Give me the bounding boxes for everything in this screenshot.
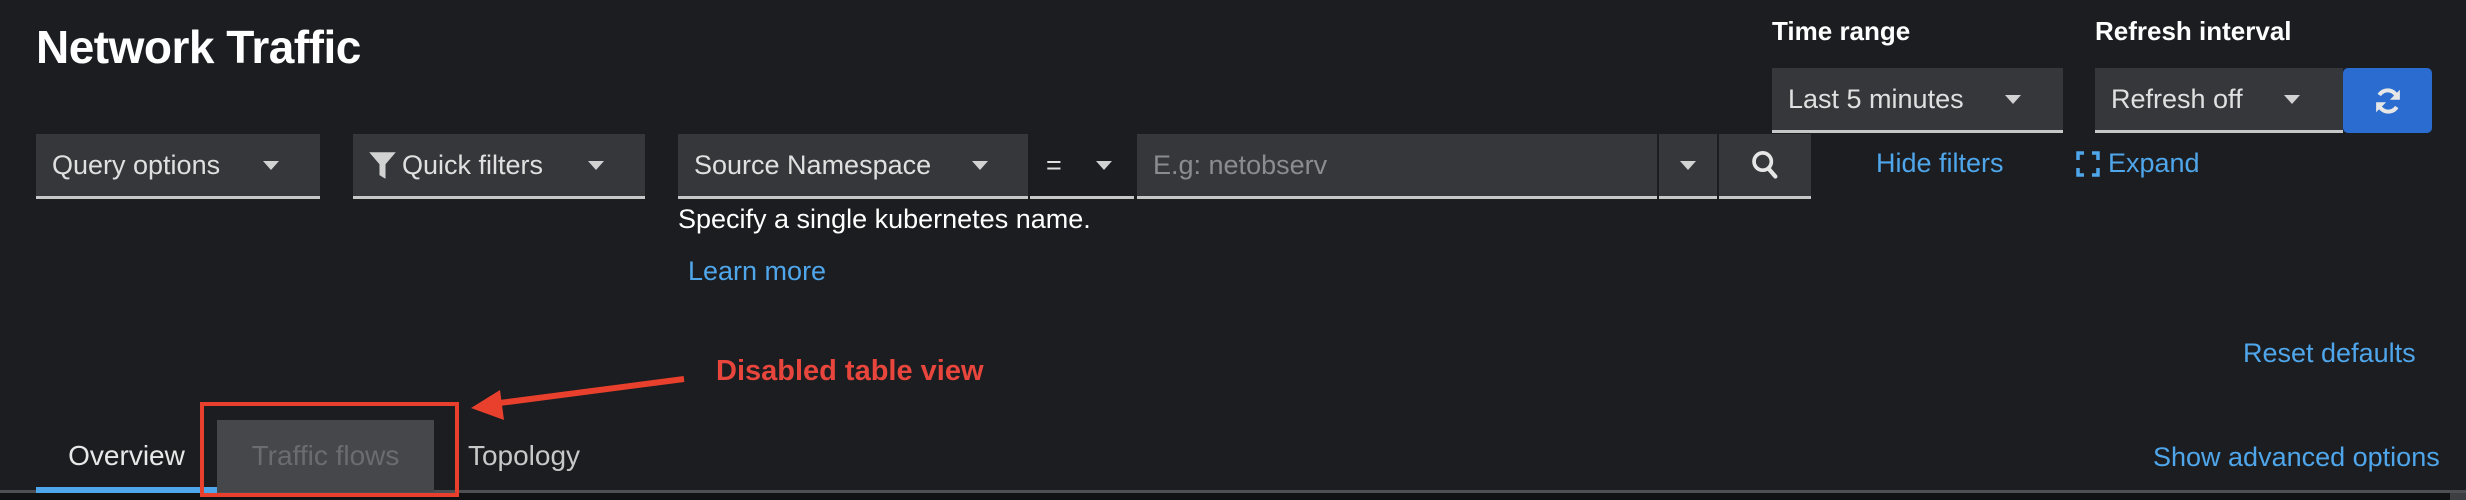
tab-traffic-flows-label: Traffic flows <box>251 440 400 471</box>
refresh-interval-label: Refresh interval <box>2095 16 2292 46</box>
scrollbar[interactable] <box>2450 493 2466 500</box>
hide-filters-link[interactable]: Hide filters <box>1876 148 2004 179</box>
tab-overview[interactable]: Overview <box>36 420 217 492</box>
search-icon <box>1752 151 1778 179</box>
reset-defaults-link[interactable]: Reset defaults <box>2243 338 2416 369</box>
tab-traffic-flows: Traffic flows <box>217 420 434 492</box>
expand-label: Expand <box>2108 148 2200 178</box>
learn-more-link[interactable]: Learn more <box>688 256 826 287</box>
comparator-value: = <box>1046 149 1062 180</box>
active-tab-indicator <box>36 487 217 493</box>
annotation-label: Disabled table view <box>716 355 984 387</box>
time-range-dropdown[interactable]: Last 5 minutes <box>1772 68 2063 133</box>
comparator-dropdown[interactable]: = <box>1030 134 1134 199</box>
refresh-interval-dropdown[interactable]: Refresh off <box>2095 68 2343 133</box>
quick-filters-label: Quick filters <box>402 149 544 180</box>
caret-down-icon <box>2284 95 2300 104</box>
query-options-label: Query options <box>52 149 221 180</box>
query-options-dropdown[interactable]: Query options <box>36 134 320 199</box>
tab-topology-label: Topology <box>467 440 581 471</box>
caret-down-icon <box>588 161 604 170</box>
filter-value-suggestions-toggle[interactable] <box>1659 134 1717 199</box>
time-range-label: Time range <box>1772 16 1911 46</box>
filter-field-value: Source Namespace <box>694 149 932 180</box>
caret-down-icon <box>1680 160 1696 170</box>
sync-icon <box>2375 87 2400 114</box>
filter-helper-text: Specify a single kubernetes name. <box>678 204 1091 234</box>
quick-filters-dropdown[interactable]: Quick filters <box>353 134 645 199</box>
caret-down-icon <box>1096 161 1112 170</box>
expand-link[interactable]: Expand <box>2076 148 2200 179</box>
show-advanced-options-link[interactable]: Show advanced options <box>2153 442 2440 473</box>
filter-icon <box>369 151 396 179</box>
caret-down-icon <box>263 161 279 170</box>
refresh-interval-value: Refresh off <box>2111 83 2243 114</box>
tab-topology[interactable]: Topology <box>452 420 596 492</box>
page-title: Network Traffic <box>36 21 361 73</box>
caret-down-icon <box>2005 95 2021 104</box>
refresh-button[interactable] <box>2343 68 2432 133</box>
expand-icon <box>2076 150 2100 177</box>
tab-overview-label: Overview <box>68 440 185 471</box>
filter-value-input[interactable] <box>1137 134 1657 199</box>
caret-down-icon <box>972 161 988 170</box>
filter-field-dropdown[interactable]: Source Namespace <box>678 134 1028 199</box>
time-range-value: Last 5 minutes <box>1788 83 1964 114</box>
search-button[interactable] <box>1719 134 1811 199</box>
content-area <box>0 493 2466 500</box>
